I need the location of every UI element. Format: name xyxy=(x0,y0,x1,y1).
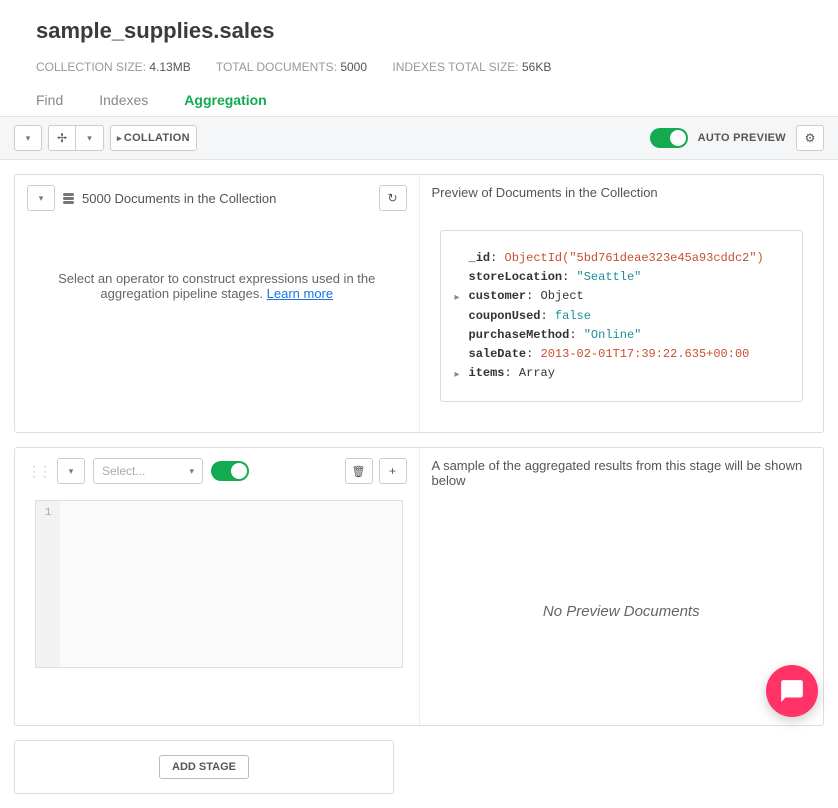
tabs: Find Indexes Aggregation xyxy=(36,92,802,116)
trash-icon: 🗑 xyxy=(352,465,366,478)
total-documents-label: TOTAL DOCUMENTS: xyxy=(216,60,337,74)
tab-aggregation[interactable]: Aggregation xyxy=(184,92,266,108)
new-pipeline-button[interactable]: ✢ xyxy=(48,125,76,151)
expand-icon[interactable]: ▸ xyxy=(455,291,460,307)
preview-header: Preview of Documents in the Collection xyxy=(420,175,824,210)
page-title: sample_supplies.sales xyxy=(36,18,802,44)
source-panel-header: ▾ 5000 Documents in the Collection ↻ xyxy=(15,175,419,221)
toolbar: ▾ ✢ ▾ ▸COLLATION AUTO PREVIEW ⚙ xyxy=(0,116,838,160)
chat-icon xyxy=(779,678,805,704)
doc-count-label: 5000 Documents in the Collection xyxy=(82,191,276,206)
index-size-label: INDEXES TOTAL SIZE: xyxy=(392,60,518,74)
header: sample_supplies.sales COLLECTION SIZE: 4… xyxy=(0,0,838,116)
stage-panel: ⋮⋮ ▾ Select... ▾ 🗑 + 1 A sample of the ag… xyxy=(14,447,824,726)
dropdown-button[interactable]: ▾ xyxy=(14,125,42,151)
tab-indexes[interactable]: Indexes xyxy=(99,92,148,108)
collation-label: COLLATION xyxy=(124,132,190,144)
line-number: 1 xyxy=(45,507,52,519)
operator-select[interactable]: Select... ▾ xyxy=(93,458,203,484)
document-preview: _id: ObjectId("5bd761deae323e45a93cddc2"… xyxy=(440,230,804,402)
collection-size-label: COLLECTION SIZE: xyxy=(36,60,146,74)
plus-icon: + xyxy=(389,464,396,478)
chevron-down-icon: ▾ xyxy=(87,133,92,144)
source-panel: ▾ 5000 Documents in the Collection ↻ Sel… xyxy=(14,174,824,433)
refresh-icon: ↻ xyxy=(387,191,397,205)
chevron-down-icon: ▾ xyxy=(189,466,194,477)
stage-header: ⋮⋮ ▾ Select... ▾ 🗑 + xyxy=(15,448,419,494)
stage-preview-header: A sample of the aggregated results from … xyxy=(420,448,824,498)
auto-preview-toggle[interactable] xyxy=(650,128,688,148)
pipeline-menu-button[interactable]: ▾ xyxy=(76,125,104,151)
no-preview-message: No Preview Documents xyxy=(420,498,824,725)
caret-right-icon: ▸ xyxy=(117,133,122,144)
expand-icon[interactable]: ▸ xyxy=(455,368,460,384)
content: ▾ 5000 Documents in the Collection ↻ Sel… xyxy=(0,160,838,808)
refresh-button[interactable]: ↻ xyxy=(379,185,407,211)
index-size-value: 56KB xyxy=(522,60,551,74)
add-stage-inline-button[interactable]: + xyxy=(379,458,407,484)
learn-more-link[interactable]: Learn more xyxy=(267,286,333,301)
editor-gutter: 1 xyxy=(36,501,60,667)
chevron-down-icon: ▾ xyxy=(69,466,74,477)
delete-stage-button[interactable]: 🗑 xyxy=(345,458,373,484)
auto-preview-label: AUTO PREVIEW xyxy=(698,132,786,144)
chevron-down-icon: ▾ xyxy=(26,133,31,144)
add-stage-button[interactable]: ADD STAGE xyxy=(159,755,249,779)
tab-find[interactable]: Find xyxy=(36,92,63,108)
pipeline-hint: Select an operator to construct expressi… xyxy=(15,221,419,361)
total-documents-value: 5000 xyxy=(340,60,367,74)
collection-size-value: 4.13MB xyxy=(149,60,190,74)
collation-button[interactable]: ▸COLLATION xyxy=(110,125,197,151)
collapse-button[interactable]: ▾ xyxy=(27,185,55,211)
chevron-down-icon: ▾ xyxy=(39,193,44,204)
database-icon xyxy=(63,193,74,204)
select-placeholder: Select... xyxy=(102,464,145,478)
chat-button[interactable] xyxy=(766,665,818,717)
gear-add-icon: ✢ xyxy=(57,131,67,145)
stage-collapse-button[interactable]: ▾ xyxy=(57,458,85,484)
stage-editor[interactable]: 1 xyxy=(35,500,403,668)
settings-button[interactable]: ⚙ xyxy=(796,125,824,151)
add-stage-panel: ADD STAGE xyxy=(14,740,394,794)
stage-toggle[interactable] xyxy=(211,461,249,481)
drag-handle-icon[interactable]: ⋮⋮ xyxy=(27,463,49,480)
gear-icon: ⚙ xyxy=(805,131,816,145)
collection-stats: COLLECTION SIZE: 4.13MB TOTAL DOCUMENTS:… xyxy=(36,60,802,74)
